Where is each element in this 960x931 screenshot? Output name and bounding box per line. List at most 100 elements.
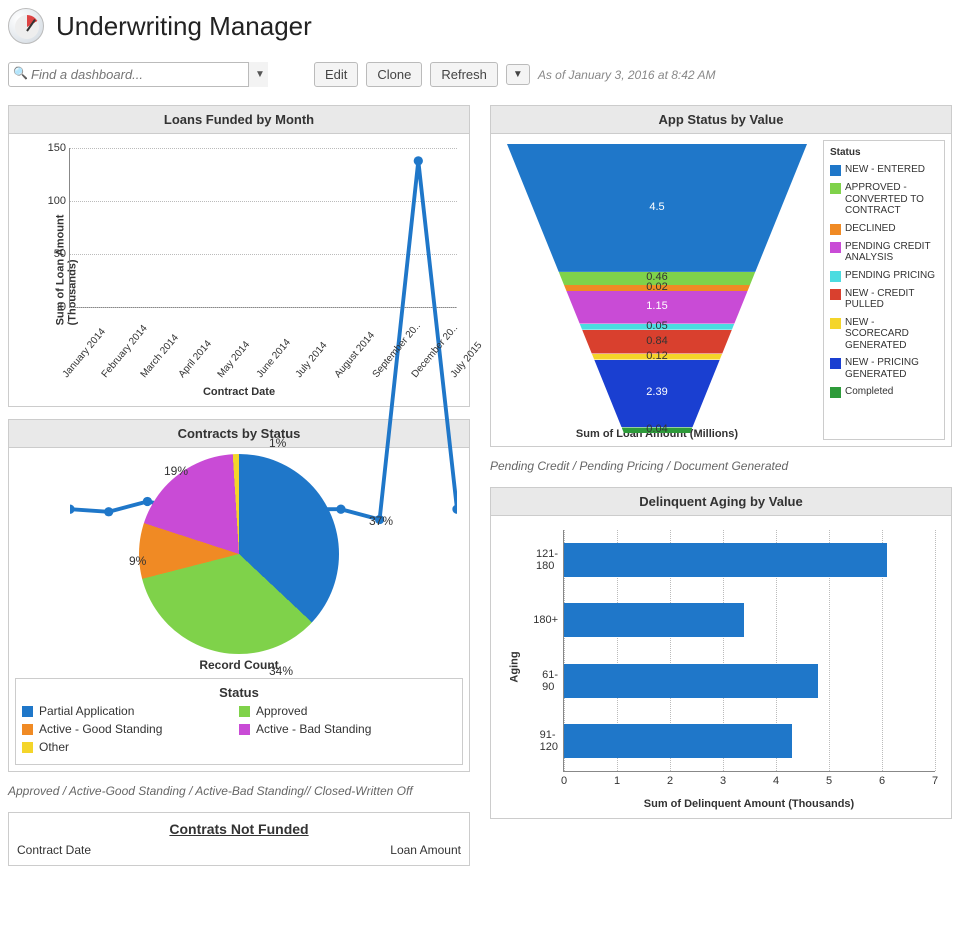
legend-item[interactable]: APPROVED - CONVERTED TO CONTRACT xyxy=(830,182,938,217)
legend-item[interactable]: NEW - PRICING GENERATED xyxy=(830,357,938,380)
x-tick: 2 xyxy=(667,771,673,787)
contracts-pie-chart[interactable]: 37%34%9%19%1% xyxy=(139,454,339,654)
page-header: Underwriting Manager xyxy=(8,8,952,44)
legend-label: PENDING PRICING xyxy=(845,270,935,282)
legend-item[interactable]: Completed xyxy=(830,386,938,398)
legend-label: Active - Bad Standing xyxy=(256,722,371,736)
panel-delinquent-aging: Delinquent Aging by Value Aging 0 1 2 3 4 5 6 7… xyxy=(490,487,952,819)
table-col-contract-date: Contract Date xyxy=(17,843,91,857)
refresh-button[interactable]: Refresh xyxy=(430,62,498,87)
x-tick: 4 xyxy=(773,771,779,787)
legend-item[interactable]: Other xyxy=(22,740,239,754)
legend-item[interactable]: NEW - SCORECARD GENERATED xyxy=(830,317,938,352)
legend-label: Other xyxy=(39,740,69,754)
legend-swatch-icon xyxy=(830,318,841,329)
panel-title: Loans Funded by Month xyxy=(9,106,469,134)
search-dropdown-button[interactable]: ▼ xyxy=(248,62,268,87)
legend-swatch-icon xyxy=(22,706,33,717)
funnel-value-label: 4.5 xyxy=(647,201,666,213)
legend-label: PENDING CREDIT ANALYSIS xyxy=(845,241,938,264)
legend-label: Approved xyxy=(256,704,307,718)
x-tick: 0 xyxy=(561,771,567,787)
pie-sublabel: Record Count xyxy=(199,658,278,672)
legend-swatch-icon xyxy=(830,271,841,282)
x-tick: 5 xyxy=(826,771,832,787)
funnel-value-label: 1.15 xyxy=(644,300,669,312)
legend-swatch-icon xyxy=(830,242,841,253)
x-tick: April 2014 xyxy=(177,338,214,380)
legend-item[interactable]: PENDING PRICING xyxy=(830,270,938,282)
legend-swatch-icon xyxy=(830,224,841,235)
table-title: Contrats Not Funded xyxy=(17,821,461,837)
refresh-dropdown-button[interactable]: ▼ xyxy=(506,64,530,85)
funnel-footnote: Pending Credit / Pending Pricing / Docum… xyxy=(490,459,952,473)
legend-label: APPROVED - CONVERTED TO CONTRACT xyxy=(845,182,938,217)
funnel-value-label: 2.39 xyxy=(644,386,669,398)
panel-title: App Status by Value xyxy=(491,106,951,134)
legend-item[interactable]: NEW - CREDIT PULLED xyxy=(830,288,938,311)
legend-swatch-icon xyxy=(830,387,841,398)
bar[interactable] xyxy=(564,664,818,698)
legend-swatch-icon xyxy=(830,165,841,176)
y-tick: 61-90 xyxy=(542,669,564,693)
x-tick: 1 xyxy=(614,771,620,787)
pie-slice-label: 1% xyxy=(269,436,286,450)
legend-title: Status xyxy=(22,685,456,700)
legend-label: Active - Good Standing xyxy=(39,722,162,736)
panel-title: Delinquent Aging by Value xyxy=(491,488,951,516)
legend-title: Status xyxy=(830,147,938,158)
y-axis-label: Aging xyxy=(509,651,521,682)
y-tick: 180+ xyxy=(533,614,564,626)
legend-item[interactable]: Active - Good Standing xyxy=(22,722,239,736)
x-tick: 7 xyxy=(932,771,938,787)
dashboard-search: 🔍 ▼ xyxy=(8,62,268,87)
y-tick: 50 xyxy=(54,248,70,260)
loans-funded-chart[interactable]: Sum of Loan Amount(Thousands) 050100150 … xyxy=(15,140,463,400)
legend-label: NEW - ENTERED xyxy=(845,164,925,176)
legend-label: NEW - CREDIT PULLED xyxy=(845,288,938,311)
last-refresh-timestamp: As of January 3, 2016 at 8:42 AM xyxy=(538,68,716,82)
legend-label: NEW - PRICING GENERATED xyxy=(845,357,938,380)
legend-item[interactable]: Partial Application xyxy=(22,704,239,718)
delinquent-aging-chart[interactable]: Aging 0 1 2 3 4 5 6 7 121-180 180+ 61-90 91-120 Sum… xyxy=(497,522,945,812)
bar[interactable] xyxy=(564,724,792,758)
y-tick: 121-180 xyxy=(536,548,564,572)
x-tick: 6 xyxy=(879,771,885,787)
x-tick: 3 xyxy=(720,771,726,787)
x-tick: July 2015 xyxy=(449,340,485,380)
clone-button[interactable]: Clone xyxy=(366,62,422,87)
funnel-legend: Status NEW - ENTERED APPROVED - CONVERTED… xyxy=(823,140,945,440)
legend-swatch-icon xyxy=(22,724,33,735)
legend-label: Partial Application xyxy=(39,704,134,718)
search-input[interactable] xyxy=(8,62,268,87)
app-status-funnel-chart[interactable]: Sum of Loan Amount (Millions) 4.50.460.0… xyxy=(497,140,817,440)
legend-label: DECLINED xyxy=(845,223,896,235)
legend-item[interactable]: Active - Bad Standing xyxy=(239,722,456,736)
x-axis-label: Sum of Delinquent Amount (Thousands) xyxy=(563,798,935,810)
legend-swatch-icon xyxy=(239,706,250,717)
legend-label: NEW - SCORECARD GENERATED xyxy=(845,317,938,352)
legend-item[interactable]: NEW - ENTERED xyxy=(830,164,938,176)
pie-footnote: Approved / Active-Good Standing / Active… xyxy=(8,784,470,798)
legend-swatch-icon xyxy=(830,358,841,369)
pie-slice-label: 9% xyxy=(129,554,146,568)
panel-contracts-not-funded: Contrats Not Funded Contract Date Loan A… xyxy=(8,812,470,866)
edit-button[interactable]: Edit xyxy=(314,62,358,87)
y-tick: 100 xyxy=(48,195,70,207)
legend-item[interactable]: DECLINED xyxy=(830,223,938,235)
x-tick: March 2014 xyxy=(138,332,180,380)
legend-label: Completed xyxy=(845,386,893,398)
legend-swatch-icon xyxy=(830,183,841,194)
legend-swatch-icon xyxy=(239,724,250,735)
legend-item[interactable]: Approved xyxy=(239,704,456,718)
dashboard-gauge-icon xyxy=(8,8,44,44)
bar[interactable] xyxy=(564,603,744,637)
legend-item[interactable]: PENDING CREDIT ANALYSIS xyxy=(830,241,938,264)
pie-slice-label: 37% xyxy=(369,514,393,528)
toolbar: 🔍 ▼ Edit Clone Refresh ▼ As of January 3… xyxy=(8,62,952,87)
funnel-value-label: 0.84 xyxy=(644,335,669,347)
y-tick: 91-120 xyxy=(540,729,564,753)
bar[interactable] xyxy=(564,543,887,577)
table-col-loan-amount: Loan Amount xyxy=(390,843,461,857)
pie-slice-label: 19% xyxy=(164,464,188,478)
